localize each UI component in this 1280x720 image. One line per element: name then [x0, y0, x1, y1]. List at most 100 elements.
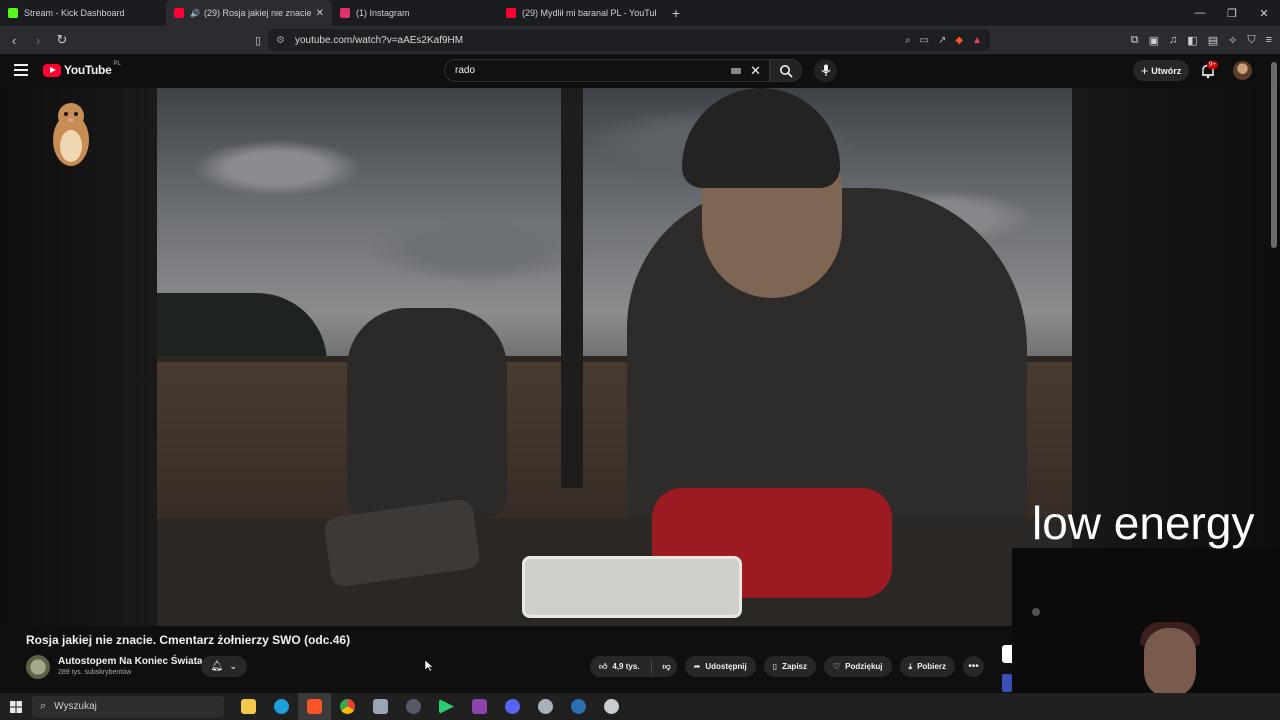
like-icon[interactable]: 👍︎: [599, 662, 607, 672]
divider: [650, 660, 652, 673]
subscribed-notifications-button[interactable]: 🔔︎ ⌄: [201, 656, 247, 677]
site-settings-icon[interactable]: ⚙: [276, 35, 285, 46]
restore-icon[interactable]: ❐: [1216, 0, 1248, 26]
taskbar-search[interactable]: ⌕ Wyszukaj: [32, 695, 224, 718]
share-arrow-icon: ➦: [693, 662, 701, 671]
plus-icon: +: [1140, 63, 1149, 78]
new-tab-button[interactable]: +: [664, 0, 688, 26]
start-button[interactable]: [0, 693, 32, 720]
discord-icon[interactable]: [496, 693, 529, 720]
browser-tab-instagram[interactable]: (1) Instagram: [332, 0, 498, 26]
forward-icon[interactable]: ›: [28, 30, 48, 50]
extensions-icon[interactable]: ⧉: [1131, 34, 1139, 47]
create-button[interactable]: + Utwórz: [1133, 60, 1189, 81]
video-actions: 👍︎ 4,9 tys. 👎︎ ➦ Udostępnij ▯ Zapisz ♡ P…: [590, 656, 984, 677]
close-window-icon[interactable]: ✕: [1248, 0, 1280, 26]
keyboard-icon[interactable]: [731, 68, 741, 74]
share-button[interactable]: ➦ Udostępnij: [684, 656, 756, 677]
ambient-left: [0, 88, 157, 626]
window-controls: — ❐ ✕: [1184, 0, 1280, 26]
save-label: Zapisz: [782, 662, 807, 671]
search-input[interactable]: rado ✕: [444, 59, 770, 82]
brave-shield-icon[interactable]: ◆: [955, 35, 963, 46]
taskbar-search-placeholder: Wyszukaj: [54, 701, 97, 712]
webcam-face: [1144, 628, 1196, 698]
youtube-header: YouTube PL rado ✕ + Utwórz 9+: [0, 54, 1280, 88]
vpn-icon[interactable]: ⛉: [1247, 34, 1255, 47]
zoom-icon[interactable]: ⌕: [905, 35, 911, 46]
reload-icon[interactable]: ↻: [52, 30, 72, 50]
tab-title: (29) Mydlił mi baranal PL - YouTube: [522, 8, 656, 18]
chrome-icon[interactable]: [331, 693, 364, 720]
steam-icon[interactable]: [562, 693, 595, 720]
browser-toolbar: ‹ › ↻ ▯ ⚙ youtube.com/watch?v=aAEs2Kaf9H…: [0, 26, 1280, 54]
hamster-sticker-icon: [53, 103, 89, 166]
taskbar-apps: [232, 693, 628, 720]
instagram-icon: [340, 8, 350, 18]
menu-icon[interactable]: ≡: [1266, 34, 1272, 46]
cast-icon[interactable]: ▭: [920, 35, 929, 46]
bookmark-icon[interactable]: ▯: [248, 30, 268, 50]
edge-icon[interactable]: [265, 693, 298, 720]
leo-ai-icon[interactable]: ✧: [1228, 34, 1237, 47]
media-player-icon[interactable]: [430, 693, 463, 720]
search-value: rado: [455, 65, 476, 76]
obs-icon[interactable]: [397, 693, 430, 720]
address-bar[interactable]: ⚙ youtube.com/watch?v=aAEs2Kaf9HM ⌕ ▭ ↗ …: [268, 29, 990, 51]
like-dislike-group: 👍︎ 4,9 tys. 👎︎: [590, 656, 677, 677]
download-icon: ⤓: [908, 661, 913, 671]
app-icon[interactable]: [364, 693, 397, 720]
video-backpack: [347, 308, 507, 518]
windows-logo-icon: [10, 700, 22, 713]
hamburger-menu-icon[interactable]: [14, 64, 28, 76]
brave-icon[interactable]: [298, 693, 331, 720]
account-avatar[interactable]: [1233, 61, 1252, 80]
search-button[interactable]: [770, 59, 802, 82]
download-button[interactable]: ⤓ Pobierz: [899, 656, 955, 677]
youtube-logo[interactable]: YouTube PL: [43, 61, 121, 77]
save-button[interactable]: ▯ Zapisz: [763, 656, 816, 677]
sidebar-thumbnail-peek[interactable]: [1002, 674, 1012, 692]
dislike-icon[interactable]: 👎︎: [663, 662, 671, 672]
tab-search-icon[interactable]: ▣: [1149, 34, 1159, 47]
chevron-down-icon: ⌄: [229, 661, 238, 672]
stream-overlay-text: low energy: [1032, 497, 1255, 549]
capture-icon[interactable]: [463, 693, 496, 720]
like-count[interactable]: 4,9 tys.: [612, 662, 639, 671]
kick-icon: [8, 8, 18, 18]
browser-tab-youtube[interactable]: (29) Mydlił mi baranal PL - YouTube: [498, 0, 664, 26]
channel-name[interactable]: Autostopem Na Koniec Świata: [58, 656, 202, 667]
music-icon[interactable]: ♫: [1169, 34, 1177, 46]
tab-title: (1) Instagram: [356, 8, 410, 18]
app2-icon[interactable]: [529, 693, 562, 720]
browser-tab-youtube-active[interactable]: 🔊 (29) Rosja jakiej nie znacie. Cr ✕: [166, 0, 332, 26]
file-explorer-icon[interactable]: [232, 693, 265, 720]
minimize-icon[interactable]: —: [1184, 0, 1216, 26]
youtube-play-icon: [43, 63, 61, 77]
thanks-button[interactable]: ♡ Podziękuj: [824, 656, 892, 677]
brave-rewards-icon[interactable]: ▲: [972, 35, 982, 46]
sidebar-thumbnail-peek[interactable]: [1002, 645, 1012, 663]
shield-app-icon[interactable]: [595, 693, 628, 720]
bell-icon: 🔔︎: [210, 661, 224, 672]
wallet-icon[interactable]: ▤: [1208, 34, 1218, 47]
voice-search-button[interactable]: [814, 59, 837, 82]
browser-tab-kick[interactable]: Stream - Kick Dashboard: [0, 0, 166, 26]
download-label: Pobierz: [917, 662, 946, 671]
browser-tabstrip: Stream - Kick Dashboard 🔊 (29) Rosja jak…: [0, 0, 1280, 26]
tab-title: (29) Rosja jakiej nie znacie. Cr: [203, 8, 312, 18]
share-icon[interactable]: ↗: [938, 35, 946, 46]
sidebar-icon[interactable]: ◧: [1187, 34, 1197, 47]
share-label: Udostępnij: [705, 662, 747, 671]
video-food-box: [522, 556, 742, 618]
create-label: Utwórz: [1151, 65, 1182, 76]
video-player[interactable]: [157, 88, 1072, 626]
extensions-bar: ⧉ ▣ ♫ ◧ ▤ ✧ ⛉ ≡: [1131, 30, 1272, 50]
back-icon[interactable]: ‹: [4, 30, 24, 50]
channel-avatar[interactable]: [26, 655, 50, 679]
clear-search-icon[interactable]: ✕: [750, 63, 761, 79]
page-scrollbar[interactable]: [1271, 62, 1277, 248]
close-tab-icon[interactable]: ✕: [316, 8, 324, 19]
more-actions-icon[interactable]: •••: [962, 656, 984, 677]
speaker-icon[interactable]: 🔊: [190, 9, 200, 18]
